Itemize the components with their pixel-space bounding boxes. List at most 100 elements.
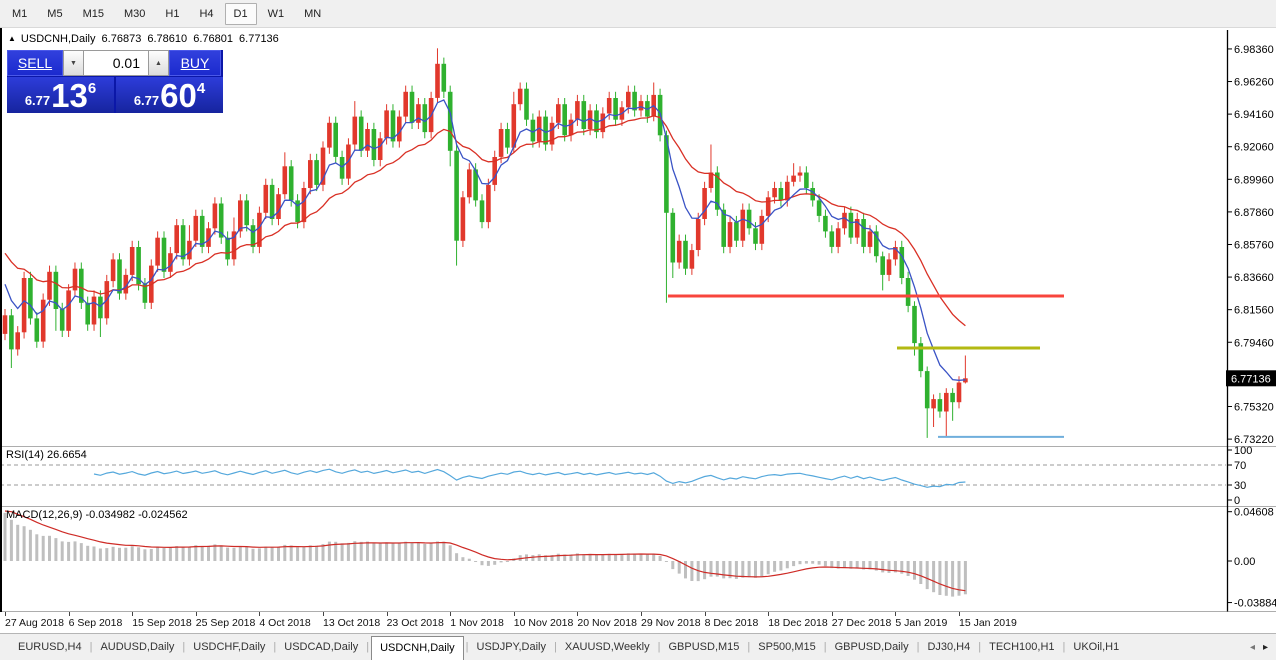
date-label: 23 Oct 2018 — [387, 617, 444, 629]
buy-price-button[interactable]: 6.77604 — [116, 77, 223, 113]
svg-text:0.00: 0.00 — [1234, 556, 1255, 568]
svg-text:6.94160: 6.94160 — [1234, 109, 1274, 121]
date-label: 1 Nov 2018 — [450, 617, 504, 629]
macd-panel — [4, 513, 967, 597]
chart-tab-TECH100-H1[interactable]: TECH100,H1 — [983, 637, 1060, 657]
rsi-panel — [0, 465, 1226, 487]
svg-text:0.04608: 0.04608 — [1234, 507, 1274, 519]
date-tick — [323, 612, 324, 616]
date-axis[interactable]: 27 Aug 20186 Sep 201815 Sep 201825 Sep 2… — [0, 612, 1276, 633]
sell-price-button[interactable]: 6.77136 — [7, 77, 114, 113]
chart-tab-USDCHF-Daily[interactable]: USDCHF,Daily — [187, 637, 271, 657]
timeframe-button-M1[interactable]: M1 — [3, 3, 36, 25]
date-tick — [132, 612, 133, 616]
date-tick — [514, 612, 515, 616]
timeframe-button-MN[interactable]: MN — [295, 3, 330, 25]
svg-text:0: 0 — [1234, 495, 1240, 507]
date-label: 5 Jan 2019 — [895, 617, 947, 629]
chart-tab-EURUSD-H4[interactable]: EURUSD,H4 — [12, 637, 88, 657]
svg-text:6.75320: 6.75320 — [1234, 402, 1274, 414]
tab-separator: | — [747, 641, 750, 653]
chart-area[interactable]: 6.98360 6.96260 6.94160 6.92060 6.89960 6.878… — [0, 28, 1276, 612]
tab-separator: | — [978, 641, 981, 653]
date-tick — [450, 612, 451, 616]
one-click-trading-panel: SELL ▼ ▲ BUY 6.77136 6.77604 — [7, 50, 223, 113]
chart-tab-USDCAD-Daily[interactable]: USDCAD,Daily — [278, 637, 364, 657]
date-tick — [196, 612, 197, 616]
svg-text:6.96260: 6.96260 — [1234, 77, 1274, 89]
chart-tab-UKOil-H1[interactable]: UKOil,H1 — [1067, 637, 1125, 657]
tab-separator: | — [90, 641, 93, 653]
date-label: 10 Nov 2018 — [514, 617, 574, 629]
price-axis[interactable]: 6.98360 6.96260 6.94160 6.92060 6.89960 6.878… — [1226, 30, 1276, 612]
date-label: 15 Jan 2019 — [959, 617, 1017, 629]
symbol-period-label: USDCNH,Daily — [21, 33, 96, 45]
date-tick — [832, 612, 833, 616]
chart-tab-SP500-M15[interactable]: SP500,M15 — [752, 637, 821, 657]
high-value: 6.78610 — [147, 33, 187, 45]
date-label: 20 Nov 2018 — [577, 617, 637, 629]
timeframe-button-M5[interactable]: M5 — [38, 3, 71, 25]
close-value: 6.77136 — [239, 33, 279, 45]
chart-ohlc-title: ▲ USDCNH,Daily 6.76873 6.78610 6.76801 6.… — [8, 33, 282, 45]
tab-separator: | — [273, 641, 276, 653]
mt4-window: M1M5M15M30H1H4D1W1MN 6.98360 6.96260 6.941… — [0, 0, 1276, 660]
date-tick — [895, 612, 896, 616]
timeframe-button-H1[interactable]: H1 — [156, 3, 188, 25]
chart-tab-DJ30-H4[interactable]: DJ30,H4 — [921, 637, 976, 657]
tab-scroll-left-icon[interactable]: ◂ — [1250, 642, 1255, 653]
date-label: 25 Sep 2018 — [196, 617, 256, 629]
chart-tab-bar: EURUSD,H4|AUDUSD,Daily|USDCHF,Daily|USDC… — [0, 633, 1276, 660]
date-label: 27 Aug 2018 — [5, 617, 64, 629]
date-label: 29 Nov 2018 — [641, 617, 701, 629]
svg-text:6.92060: 6.92060 — [1234, 142, 1274, 154]
timeframe-button-W1[interactable]: W1 — [259, 3, 294, 25]
timeframe-button-M15[interactable]: M15 — [74, 3, 113, 25]
timeframe-button-H4[interactable]: H4 — [190, 3, 222, 25]
tab-separator: | — [554, 641, 557, 653]
sell-price-big: 13 — [51, 81, 88, 111]
date-tick — [768, 612, 769, 616]
timeframe-toolbar: M1M5M15M30H1H4D1W1MN — [0, 0, 1276, 28]
svg-text:6.87860: 6.87860 — [1234, 207, 1274, 219]
date-label: 4 Oct 2018 — [259, 617, 310, 629]
open-value: 6.76873 — [102, 33, 142, 45]
buy-price-prefix: 6.77 — [134, 93, 159, 108]
tab-separator: | — [466, 641, 469, 653]
sell-button[interactable]: SELL — [7, 50, 63, 76]
svg-text:6.89960: 6.89960 — [1234, 174, 1274, 186]
tab-separator: | — [824, 641, 827, 653]
tab-scroll-right-icon[interactable]: ▸ — [1263, 642, 1268, 653]
svg-text:6.98360: 6.98360 — [1234, 44, 1274, 56]
low-value: 6.76801 — [193, 33, 233, 45]
timeframe-button-M30[interactable]: M30 — [115, 3, 154, 25]
date-tick — [259, 612, 260, 616]
macd-signal-line — [5, 511, 965, 591]
timeframe-button-D1[interactable]: D1 — [225, 3, 257, 25]
one-click-trading-toggle-icon[interactable]: ▲ — [8, 34, 16, 43]
date-label: 18 Dec 2018 — [768, 617, 828, 629]
buy-button[interactable]: BUY — [169, 50, 221, 76]
date-tick — [641, 612, 642, 616]
date-tick — [705, 612, 706, 616]
svg-text:-0.038842: -0.038842 — [1234, 598, 1276, 610]
svg-text:70: 70 — [1234, 460, 1246, 472]
volume-input[interactable] — [84, 50, 148, 76]
svg-text:30: 30 — [1234, 480, 1246, 492]
volume-decrease-button[interactable]: ▼ — [63, 50, 84, 76]
chart-tab-USDCNH-Daily[interactable]: USDCNH,Daily — [371, 636, 464, 660]
volume-increase-button[interactable]: ▲ — [148, 50, 169, 76]
sell-price-pip: 6 — [88, 80, 96, 97]
chart-tab-USDJPY-Daily[interactable]: USDJPY,Daily — [471, 637, 553, 657]
candlestick-chart[interactable]: 6.98360 6.96260 6.94160 6.92060 6.89960 6.878… — [0, 28, 1276, 612]
chart-tab-GBPUSD-M15[interactable]: GBPUSD,M15 — [662, 637, 745, 657]
chart-tab-AUDUSD-Daily[interactable]: AUDUSD,Daily — [94, 637, 180, 657]
macd-indicator-label: MACD(12,26,9) -0.034982 -0.024562 — [6, 509, 188, 521]
date-label: 15 Sep 2018 — [132, 617, 192, 629]
ma-fast-line — [5, 100, 965, 380]
chart-tab-XAUUSD-Weekly[interactable]: XAUUSD,Weekly — [559, 637, 656, 657]
chart-tab-GBPUSD-Daily[interactable]: GBPUSD,Daily — [829, 637, 915, 657]
rsi-indicator-label: RSI(14) 26.6654 — [6, 449, 87, 461]
date-tick — [959, 612, 960, 616]
svg-text:100: 100 — [1234, 445, 1252, 457]
